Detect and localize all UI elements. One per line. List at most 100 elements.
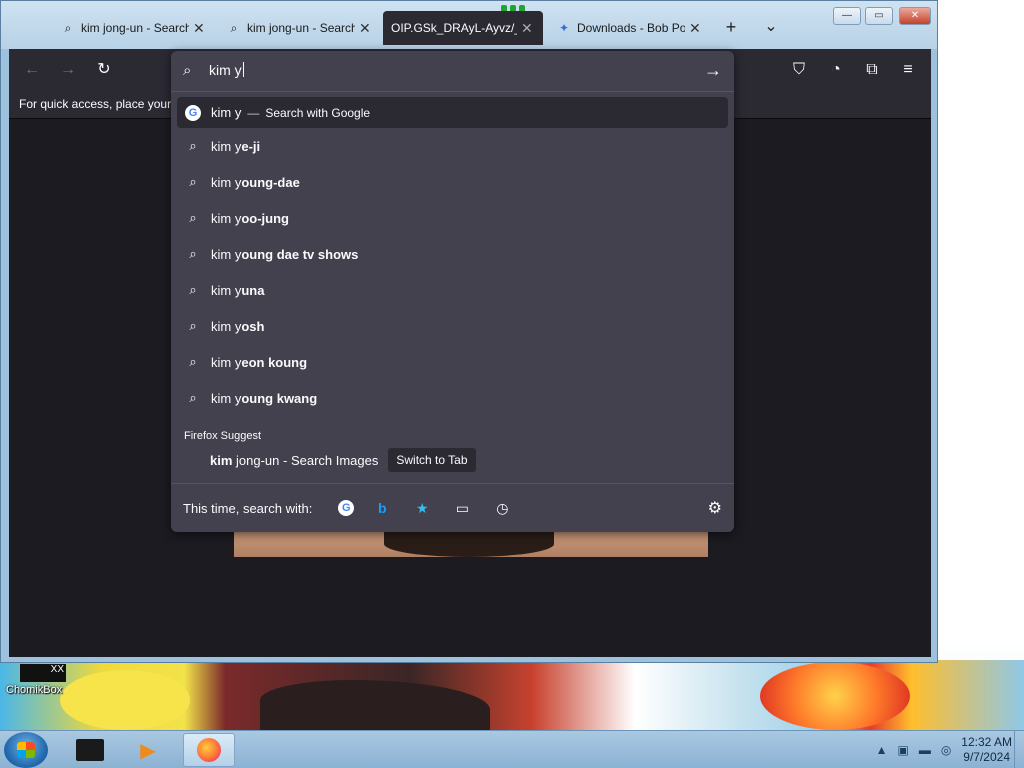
network-icon[interactable]: ◎ — [941, 743, 951, 757]
go-button[interactable]: → — [704, 60, 722, 81]
close-tab-icon[interactable]: ✕ — [359, 20, 371, 37]
tab-label: kim jong-un - Search — [81, 21, 189, 35]
pocket-button[interactable]: ⛉ — [786, 57, 812, 83]
tab-result-title: jong-un - Search Images — [232, 452, 379, 468]
reload-icon: ↻ — [97, 61, 111, 78]
search-icon: ⌕ — [189, 174, 197, 189]
start-button[interactable] — [4, 732, 48, 768]
maximize-button[interactable]: ▭ — [865, 7, 893, 25]
suggestion-item[interactable]: ⌕ kim y una — [177, 272, 728, 308]
firefox-suggest-heading: Firefox Suggest — [184, 430, 262, 442]
divider — [171, 91, 734, 92]
tab-downloads[interactable]: ✦ Downloads - Bob Po ✕ — [549, 11, 709, 45]
suggestion-item[interactable]: ⌕ kim y e-ji — [177, 128, 728, 164]
forward-arrow-icon: → — [60, 61, 76, 78]
suggestion-prefix: kim y — [211, 210, 242, 226]
search-icon: ⌕ — [189, 354, 197, 369]
tab-strip: ⌕ kim jong-un - Search ✕ ⌕ kim jong-un -… — [1, 1, 937, 49]
taskbar-app-media-player[interactable]: ▶ — [122, 733, 174, 767]
switch-to-tab-button[interactable]: Switch to Tab — [388, 448, 476, 472]
suggestion-prefix: kim y — [211, 174, 242, 190]
suggestion-completion: oung-dae — [241, 174, 300, 190]
suggestion-completion: oung dae tv shows — [241, 246, 359, 262]
suggestion-item[interactable]: ⌕ kim y oung kwang — [177, 380, 728, 416]
clock[interactable]: 12:32 AM 9/7/2024 — [961, 735, 1012, 765]
menu-button[interactable]: ≡ — [895, 57, 921, 83]
firefox-icon — [197, 738, 221, 762]
result-action: Search with Google — [265, 105, 371, 120]
suggestion-prefix: kim y — [211, 246, 242, 262]
monitor-icon[interactable]: ▬ — [919, 743, 931, 757]
open-tab-result[interactable]: kim jong-un - Search Images Switch to Ta… — [177, 442, 728, 478]
desktop-icon-label: ChomikBox — [6, 684, 63, 696]
account-button[interactable]: ◔ — [823, 57, 849, 83]
windows-logo-icon — [17, 742, 35, 758]
wallpaper-shape — [60, 670, 190, 730]
history-engine-button[interactable]: ◷ — [490, 496, 514, 520]
suggestion-item[interactable]: ⌕ kim y eon koung — [177, 344, 728, 380]
url-dropdown: ⌕ kim y → G kim y — Search with Google ⌕… — [171, 51, 734, 532]
browser-window: ⌕ kim jong-un - Search ✕ ⌕ kim jong-un -… — [0, 0, 938, 663]
close-tab-icon[interactable]: ✕ — [689, 20, 701, 37]
network-drive-icon[interactable]: ▣ — [897, 743, 908, 757]
tabs-engine-button[interactable]: ▭ — [450, 496, 474, 520]
taskbar: ▶ ▲ ▣ ▬ ◎ 12:32 AM 9/7/2024 — [0, 730, 1024, 768]
search-engine-bar: This time, search with: G b ★ ▭ ◷ ⚙ — [171, 483, 734, 532]
pocket-icon: ⛉ — [792, 61, 805, 78]
tab-label: OIP.GSk_DRAyL-Ayvz/_ — [391, 21, 517, 35]
search-icon: ⌕ — [189, 138, 197, 153]
result-query: kim y — [211, 105, 242, 120]
suggestion-item[interactable]: ⌕ kim y oung-dae — [177, 164, 728, 200]
search-icon: ⌕ — [64, 20, 72, 35]
account-icon: ◔ — [831, 61, 841, 78]
text-caret — [242, 62, 244, 77]
url-input-text: kim y — [209, 62, 242, 78]
suggestion-prefix: kim y — [211, 354, 242, 370]
suggestion-item[interactable]: ⌕ kim y oo-jung — [177, 200, 728, 236]
suggestion-prefix: kim y — [211, 390, 242, 406]
search-icon: ⌕ — [189, 282, 197, 297]
tab-image-active[interactable]: OIP.GSk_DRAyL-Ayvz/_ ✕ — [383, 11, 543, 45]
back-arrow-icon: ← — [24, 61, 40, 78]
clock-time: 12:32 AM — [961, 735, 1012, 749]
desktop-icon-chomikbox[interactable]: XX ChomikBox — [6, 664, 72, 704]
suggestion-item[interactable]: ⌕ kim y osh — [177, 308, 728, 344]
suggestion-completion: e-ji — [241, 138, 261, 154]
url-input-row[interactable]: ⌕ kim y → — [171, 51, 734, 91]
extensions-button[interactable]: ⧉ — [859, 57, 885, 83]
google-engine-button[interactable]: G — [338, 500, 355, 516]
url-input[interactable]: kim y — [209, 62, 244, 78]
tab-label: kim jong-un - Search — [247, 21, 355, 35]
taskbar-app-firefox[interactable] — [183, 733, 235, 767]
suggestion-list: G kim y — Search with Google ⌕ kim y e-ji… — [177, 97, 728, 478]
suggestion-completion: oo-jung — [241, 210, 289, 226]
engines-label: This time, search with: — [183, 500, 313, 516]
bing-engine-button[interactable]: b — [370, 496, 394, 520]
suggestion-completion: una — [241, 282, 265, 298]
suggestion-item[interactable]: ⌕ kim y oung dae tv shows — [177, 236, 728, 272]
close-tab-icon[interactable]: ✕ — [193, 20, 205, 37]
suggestion-completion: oung kwang — [241, 390, 318, 406]
back-button[interactable]: ← — [19, 57, 45, 83]
page-image — [234, 531, 708, 557]
reload-button[interactable]: ↻ — [91, 57, 117, 83]
minimize-button[interactable]: — — [833, 7, 861, 25]
close-window-button[interactable]: ✕ — [899, 7, 931, 25]
show-desktop-button[interactable] — [1014, 731, 1024, 768]
taskbar-app-terminal[interactable] — [64, 733, 116, 767]
tab-search-1[interactable]: ⌕ kim jong-un - Search ✕ — [53, 11, 213, 45]
tab-search-2[interactable]: ⌕ kim jong-un - Search ✕ — [219, 11, 379, 45]
system-tray: ▲ ▣ ▬ ◎ 12:32 AM 9/7/2024 — [876, 731, 1024, 768]
tab-list-button[interactable]: ⌄ — [759, 15, 783, 39]
show-hidden-icons-icon[interactable]: ▲ — [876, 743, 888, 757]
wallpaper-shape — [760, 662, 910, 730]
bookmarks-engine-button[interactable]: ★ — [410, 496, 434, 520]
new-tab-button[interactable]: + — [719, 15, 743, 39]
forward-button[interactable]: → — [55, 57, 81, 83]
close-tab-icon[interactable]: ✕ — [521, 20, 533, 37]
result-search-with-google[interactable]: G kim y — Search with Google — [177, 97, 728, 128]
suggestion-prefix: kim y — [211, 138, 242, 154]
search-icon: ⌕ — [183, 62, 192, 79]
search-settings-gear-icon[interactable]: ⚙ — [708, 498, 722, 518]
tab-result-bold: kim — [210, 452, 233, 468]
